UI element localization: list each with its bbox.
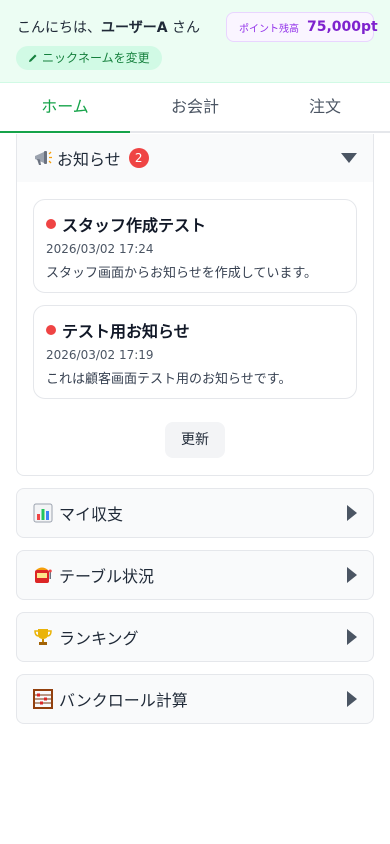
chevron-right-icon	[347, 567, 357, 583]
abacus-icon	[33, 689, 53, 709]
unread-dot-icon	[46, 219, 56, 229]
points-label: ポイント残高	[239, 23, 299, 35]
tab-order[interactable]: 注文	[260, 84, 390, 131]
menu-item-label: ランキング	[59, 629, 139, 648]
tab-home[interactable]: ホーム	[0, 84, 130, 133]
notice-item-date: 2026/03/02 17:24	[46, 242, 154, 256]
user-name: ユーザーA	[101, 20, 168, 36]
notice-panel-header[interactable]: お知らせ 2	[17, 134, 373, 182]
notice-item-date: 2026/03/02 17:19	[46, 348, 154, 362]
trophy-icon	[34, 629, 52, 645]
change-nickname-label: ニックネームを変更	[42, 51, 150, 65]
greeting: こんにちは、ユーザーA さん	[17, 20, 201, 36]
notice-item[interactable]: テスト用お知らせ 2026/03/02 17:19 これは顧客画面テスト用のお知…	[33, 305, 357, 399]
app-header: こんにちは、ユーザーA さん ニックネームを変更 ポイント残高 75,000pt	[0, 0, 390, 83]
menu-item-label: テーブル状況	[59, 567, 155, 586]
menu-item-label: バンクロール計算	[59, 691, 188, 710]
notice-item-body: スタッフ画面からお知らせを作成しています。	[46, 266, 318, 281]
change-nickname-button[interactable]: ニックネームを変更	[16, 46, 162, 70]
collapse-caret-icon[interactable]	[341, 153, 357, 163]
chevron-right-icon	[347, 691, 357, 707]
unread-dot-icon	[46, 325, 56, 335]
megaphone-icon	[35, 151, 52, 165]
pencil-icon	[29, 54, 37, 62]
menu-item-label: マイ収支	[59, 505, 124, 524]
notice-item[interactable]: スタッフ作成テスト 2026/03/02 17:24 スタッフ画面からお知らせを…	[33, 199, 357, 293]
chevron-right-icon	[347, 505, 357, 521]
tab-checkout[interactable]: お会計	[130, 84, 260, 131]
menu-item-ranking[interactable]: ランキング	[16, 612, 374, 662]
menu-item-table-status[interactable]: テーブル状況	[16, 550, 374, 600]
refresh-button[interactable]: 更新	[165, 422, 225, 458]
menu-item-my-balance[interactable]: マイ収支	[16, 488, 374, 538]
chevron-right-icon	[347, 629, 357, 645]
menu-item-bankroll-calc[interactable]: バンクロール計算	[16, 674, 374, 724]
notice-count-badge: 2	[128, 148, 149, 168]
slot-machine-icon	[35, 567, 52, 583]
points-value: 75,000pt	[307, 19, 378, 35]
notice-panel: お知らせ 2 スタッフ作成テスト 2026/03/02 17:24 スタッフ画面…	[16, 134, 374, 476]
notice-item-title: テスト用お知らせ	[62, 322, 190, 341]
points-balance: ポイント残高 75,000pt	[226, 12, 378, 42]
bar-chart-icon	[33, 503, 53, 523]
notice-item-title: スタッフ作成テスト	[62, 216, 207, 235]
notice-title: お知らせ	[57, 150, 121, 169]
notice-item-body: これは顧客画面テスト用のお知らせです。	[46, 372, 292, 387]
tab-bar: ホーム お会計 注文	[0, 84, 390, 133]
